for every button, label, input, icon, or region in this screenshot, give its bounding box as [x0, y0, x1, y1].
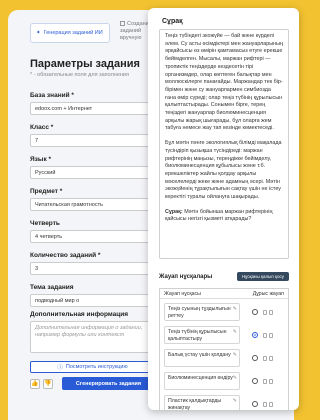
topic-label: Тема задания: [30, 284, 74, 291]
row-actions: [263, 309, 273, 315]
add-answer-button[interactable]: Нұсқаны қалып қосу: [236, 272, 289, 281]
answer-row: Теңіз түбінің құрылысын қалыптастыру ✎: [164, 324, 286, 346]
col-answer-header: Жауап нұсқасы: [164, 290, 201, 297]
answer-input[interactable]: Теңіз суының тұздылығын реттеу ✎: [164, 303, 240, 321]
form-title: Параметры задания: [30, 58, 140, 70]
answer-row: Пластик қалдықтарды жинақтау ✎: [164, 393, 286, 410]
tab-ai-generation-label: Генерация заданий ИИ: [43, 30, 103, 36]
view-instruction-button[interactable]: ⓘ Посмотреть инструкцию: [30, 361, 155, 373]
answer-input[interactable]: Теңіз түбінің құрылысын қалыптастыру ✎: [164, 326, 240, 344]
panel-title: Сұрақ: [162, 18, 183, 25]
required-hint: * - обязательные поля для заполнения: [30, 72, 129, 78]
topic-value: подводный мир о: [35, 297, 80, 304]
answers-header: Жауап нұсқалары Нұсқаны қалып қосу: [159, 272, 289, 281]
text-paragraph-2: Бұл мәтін пәнге экологиялық білімді мақа…: [165, 140, 282, 201]
pencil-icon[interactable]: ✎: [233, 352, 237, 359]
additional-info-placeholder: Дополнительная информация о задании, нап…: [35, 325, 143, 338]
action-row: 👍 👎 Сгенерировать задания: [30, 377, 155, 390]
language-select[interactable]: Русский: [30, 166, 155, 179]
trash-icon[interactable]: [269, 332, 273, 338]
knowledge-base-value: edoox.com + Интернет: [35, 105, 93, 112]
tab-ai-generation[interactable]: ✦ Генерация заданий ИИ: [30, 23, 110, 43]
row-actions: [263, 401, 273, 407]
copy-icon[interactable]: [263, 332, 267, 338]
subject-label: Предмет *: [30, 188, 63, 195]
subject-value: Читательская грамотность: [35, 201, 103, 208]
correct-answer-radio[interactable]: [252, 355, 258, 361]
task-count-label: Количество заданий *: [30, 252, 101, 259]
pencil-icon[interactable]: ✎: [233, 398, 237, 405]
col-correct-header: Дұрыс жауап: [252, 290, 284, 297]
task-count-value: 3: [35, 265, 39, 272]
answers-table-head: Жауап нұсқасы Дұрыс жауап: [160, 289, 288, 299]
trash-icon[interactable]: [269, 309, 273, 315]
pencil-icon[interactable]: ✎: [233, 306, 237, 313]
row-actions: [263, 332, 273, 338]
grade-value: 7: [35, 137, 39, 144]
correct-answer-radio[interactable]: [252, 378, 258, 384]
info-icon: ⓘ: [57, 365, 63, 371]
document-icon: [120, 21, 125, 27]
topic-input[interactable]: подводный мир о: [30, 294, 155, 307]
knowledge-base-select[interactable]: edoox.com + Интернет: [30, 102, 155, 115]
trash-icon[interactable]: [269, 378, 273, 384]
copy-icon[interactable]: [263, 309, 267, 315]
answer-text: Балық үстау үшін қолдану: [168, 352, 231, 358]
text-paragraph-1: Теңіз түбіндегі экожүйе — бай және күрде…: [165, 33, 283, 132]
copy-icon[interactable]: [263, 401, 267, 407]
reading-text[interactable]: Теңіз түбіндегі экожүйе — бай және күрде…: [159, 29, 289, 259]
subject-select[interactable]: Читательская грамотность: [30, 198, 155, 211]
answer-text: Теңіз түбінің құрылысын қалыптастыру: [168, 329, 227, 342]
generate-tasks-button[interactable]: Сгенерировать задания: [62, 377, 155, 390]
answer-input[interactable]: Балық үстау үшін қолдану ✎: [164, 349, 240, 367]
question-label: Сұрақ:: [165, 208, 183, 215]
view-instruction-label: Посмотреть инструкцию: [65, 364, 128, 370]
answer-input[interactable]: Пластик қалдықтарды жинақтау ✎: [164, 395, 240, 410]
trash-icon[interactable]: [269, 401, 273, 407]
answers-title: Жауап нұсқалары: [159, 273, 213, 280]
grade-input[interactable]: 7: [30, 134, 155, 147]
question-panel: Сұрақ Теңіз түбіндегі экожүйе — бай және…: [148, 8, 299, 410]
quarter-select[interactable]: 4 четверть: [30, 230, 155, 243]
sparkle-icon: ✦: [36, 30, 41, 36]
quarter-value: 4 четверть: [35, 233, 63, 240]
answer-text: Пластик қалдықтарды жинақтау: [168, 398, 222, 410]
pencil-icon[interactable]: ✎: [233, 329, 237, 336]
row-actions: [263, 378, 273, 384]
parameters-form: Параметры задания * - обязательные поля …: [30, 58, 155, 390]
knowledge-base-label: База знаний *: [30, 92, 74, 99]
pencil-icon[interactable]: ✎: [233, 375, 237, 382]
answer-row: Биолюминесценция өндіру ✎: [164, 370, 286, 392]
copy-icon[interactable]: [263, 355, 267, 361]
additional-info-textarea[interactable]: Дополнительная информация о задании, нап…: [30, 321, 155, 353]
question-line: Сұрақ: Мәтін бойынша маржан рифтерінің қ…: [165, 209, 283, 224]
answer-row: Теңіз суының тұздылығын реттеу ✎: [164, 301, 286, 323]
quarter-label: Четверть: [30, 220, 60, 227]
task-count-input[interactable]: 3: [30, 262, 155, 275]
language-value: Русский: [35, 169, 56, 176]
answer-text: Теңіз суының тұздылығын реттеу: [168, 306, 231, 319]
thumbs-down-icon[interactable]: 👎: [43, 378, 53, 389]
thumbs-up-icon[interactable]: 👍: [30, 378, 40, 389]
correct-answer-radio[interactable]: [252, 332, 258, 338]
row-actions: [263, 355, 273, 361]
answer-input[interactable]: Биолюминесценция өндіру ✎: [164, 372, 240, 390]
answer-text: Биолюминесценция өндіру: [168, 375, 233, 381]
language-label: Язык *: [30, 156, 52, 163]
copy-icon[interactable]: [263, 378, 267, 384]
generate-tasks-label: Сгенерировать задания: [75, 380, 142, 387]
additional-info-label: Дополнительная информация: [30, 311, 129, 318]
correct-answer-radio[interactable]: [252, 401, 258, 407]
answer-row: Балық үстау үшін қолдану ✎: [164, 347, 286, 369]
answers-table: Жауап нұсқасы Дұрыс жауап Теңіз суының т…: [159, 288, 289, 410]
correct-answer-radio[interactable]: [252, 309, 258, 315]
grade-label: Класс *: [30, 124, 54, 131]
trash-icon[interactable]: [269, 355, 273, 361]
